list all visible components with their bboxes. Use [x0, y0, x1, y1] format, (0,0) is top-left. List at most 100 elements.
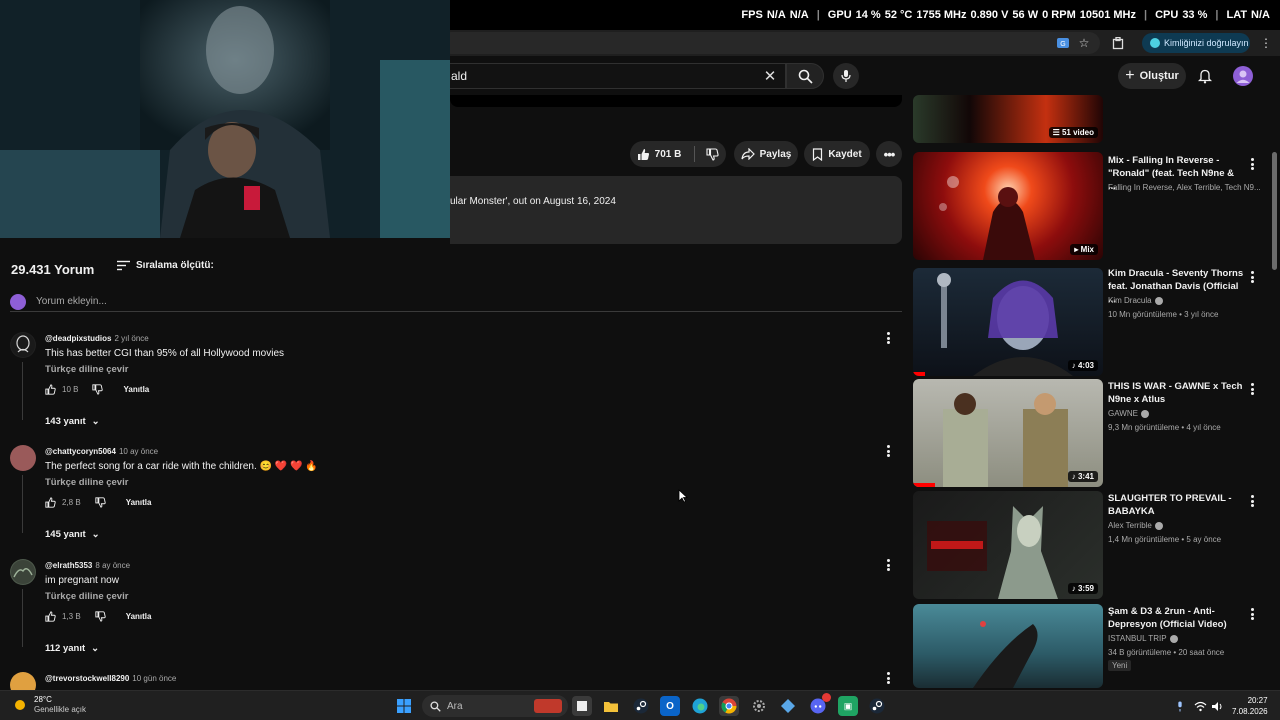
clear-search-icon[interactable]: ✕ — [760, 66, 780, 86]
comment-menu-button[interactable] — [882, 670, 894, 686]
comment-author[interactable]: @deadpixstudios 2 yıl önce — [45, 334, 149, 343]
start-button[interactable] — [394, 696, 414, 716]
add-comment-input[interactable]: Yorum ekleyin... — [10, 292, 902, 312]
video-thumbnail[interactable]: ♪ 3:41 — [913, 379, 1103, 487]
app-icon[interactable] — [778, 696, 798, 716]
browser-menu-icon[interactable]: ⋮ — [1257, 34, 1275, 52]
search-input[interactable]: ald — [440, 63, 786, 89]
comment-menu-button[interactable] — [882, 443, 894, 459]
video-thumbnail[interactable]: ☰ 51 video — [913, 95, 1103, 143]
video-meta: 1,4 Mn görüntüleme • 5 ay önce — [1108, 535, 1222, 544]
video-menu-button[interactable] — [1246, 493, 1258, 509]
video-channel[interactable]: ISTANBUL TRIP — [1108, 634, 1178, 643]
task-view-icon[interactable] — [572, 696, 592, 716]
settings-gear-icon[interactable] — [749, 696, 769, 716]
duration-badge: ♪ 3:59 — [1067, 583, 1098, 594]
extensions-icon[interactable] — [1109, 34, 1127, 52]
like-icon[interactable] — [45, 497, 56, 508]
comment-time: 10 ay önce — [118, 447, 159, 456]
weather-widget[interactable]: 28°C Genellikle açık — [12, 695, 86, 715]
like-icon[interactable] — [45, 384, 56, 395]
like-button[interactable]: 701 B — [630, 141, 726, 167]
comment-menu-button[interactable] — [882, 330, 894, 346]
video-menu-button[interactable] — [1246, 606, 1258, 622]
notifications-button[interactable] — [1196, 66, 1214, 86]
taskbar-search[interactable]: Ara — [422, 695, 568, 717]
sidebar-scrollbar[interactable] — [1272, 152, 1277, 270]
chrome-icon[interactable] — [719, 696, 739, 716]
create-button[interactable]: + Oluştur — [1118, 63, 1186, 89]
translate-link[interactable]: Türkçe diline çevir — [45, 364, 128, 375]
volume-icon[interactable] — [1207, 696, 1227, 716]
video-title[interactable]: SLAUGHTER TO PREVAIL - BABAYKA — [1108, 492, 1244, 518]
video-player[interactable] — [450, 95, 902, 107]
search-button[interactable] — [786, 63, 824, 89]
thread-line — [22, 362, 23, 420]
comment-time: 10 gün önce — [132, 674, 177, 683]
address-bar[interactable] — [440, 32, 1100, 54]
voice-search-button[interactable] — [833, 63, 859, 89]
system-clock[interactable]: 20:27 7.08.2026 — [1232, 695, 1268, 717]
comment-menu-button[interactable] — [882, 557, 894, 573]
video-title[interactable]: THIS IS WAR - GAWNE x Tech N9ne x Atlus — [1108, 380, 1244, 406]
osd-gpu-fan: 0 RPM — [1042, 9, 1076, 21]
commenter-avatar[interactable] — [10, 445, 36, 471]
video-thumbnail[interactable] — [913, 604, 1103, 688]
reply-button[interactable]: Yanıtla — [126, 498, 152, 507]
osd-gpu-temp: 52 °C — [884, 9, 913, 21]
app-icon-green[interactable]: ▣ — [838, 696, 858, 716]
steam-icon[interactable] — [631, 696, 651, 716]
osd-cpu-load: 33 % — [1182, 9, 1208, 21]
sort-button[interactable]: Sıralama ölçütü: — [117, 260, 214, 271]
share-button[interactable]: Paylaş — [734, 141, 798, 167]
dislike-icon[interactable] — [92, 384, 104, 395]
commenter-avatar[interactable] — [10, 332, 36, 358]
video-menu-button[interactable] — [1246, 156, 1258, 172]
video-meta: 9,3 Mn görüntüleme • 4 yıl önce — [1108, 423, 1221, 432]
video-menu-button[interactable] — [1246, 269, 1258, 285]
reply-button[interactable]: Yanıtla — [126, 612, 152, 621]
like-icon[interactable] — [45, 611, 56, 622]
video-title[interactable]: Şam & D3 & 2run - Anti-Depresyon (Offici… — [1108, 605, 1244, 631]
video-channel[interactable]: Falling In Reverse, Alex Terrible, Tech … — [1108, 183, 1261, 192]
new-badge: Yeni — [1108, 660, 1132, 671]
video-thumbnail[interactable]: ♪ 4:03 — [913, 268, 1103, 376]
comment-author[interactable]: @elrath5353 8 ay önce — [45, 561, 130, 570]
save-button[interactable]: Kaydet — [804, 141, 870, 167]
video-menu-button[interactable] — [1246, 381, 1258, 397]
more-actions-button[interactable]: ••• — [876, 141, 902, 167]
edge-icon[interactable] — [690, 696, 710, 716]
translate-link[interactable]: Türkçe diline çevir — [45, 477, 128, 488]
video-thumbnail[interactable]: ♪ 3:59 — [913, 491, 1103, 599]
reply-button[interactable]: Yanıtla — [123, 385, 149, 394]
verify-identity-button[interactable]: Kimliğinizi doğrulayın — [1142, 33, 1250, 53]
translate-link[interactable]: Türkçe diline çevir — [45, 591, 128, 602]
account-avatar[interactable] — [1233, 66, 1253, 86]
create-label: Oluştur — [1139, 70, 1179, 82]
mix-badge: ▸ Mix — [1070, 244, 1098, 255]
more-horizontal-icon: ••• — [883, 146, 896, 162]
commenter-avatar[interactable] — [10, 559, 36, 585]
verified-icon — [1154, 521, 1163, 530]
discord-icon[interactable] — [808, 693, 831, 716]
comment-author[interactable]: @trevorstockwell8290 10 gün önce — [45, 674, 176, 683]
show-replies-button[interactable]: 143 yanıt ⌄ — [45, 416, 100, 427]
dislike-icon[interactable] — [95, 611, 106, 622]
dislike-icon[interactable] — [95, 497, 106, 508]
microphone-icon[interactable] — [1170, 696, 1190, 716]
video-description[interactable]: ular Monster', out on August 16, 2024 — [450, 176, 902, 244]
video-channel[interactable]: Alex Terrible — [1108, 521, 1163, 530]
comment-count: 29.431 Yorum — [11, 262, 95, 277]
outlook-icon[interactable]: O — [660, 696, 680, 716]
show-replies-button[interactable]: 112 yanıt ⌄ — [45, 643, 99, 654]
video-channel[interactable]: Kim Dracula — [1108, 296, 1163, 305]
video-channel[interactable]: GAWNE — [1108, 409, 1149, 418]
show-replies-button[interactable]: 145 yanıt ⌄ — [45, 529, 100, 540]
verified-icon — [1169, 634, 1178, 643]
comment-author[interactable]: @chattycoryn5064 10 ay önce — [45, 447, 158, 456]
steam-icon-2[interactable] — [867, 696, 887, 716]
bookmark-star-icon[interactable]: ☆ — [1075, 34, 1093, 52]
file-explorer-icon[interactable] — [601, 696, 621, 716]
translate-icon[interactable]: G — [1054, 34, 1072, 52]
video-thumbnail[interactable]: ▸ Mix — [913, 152, 1103, 260]
